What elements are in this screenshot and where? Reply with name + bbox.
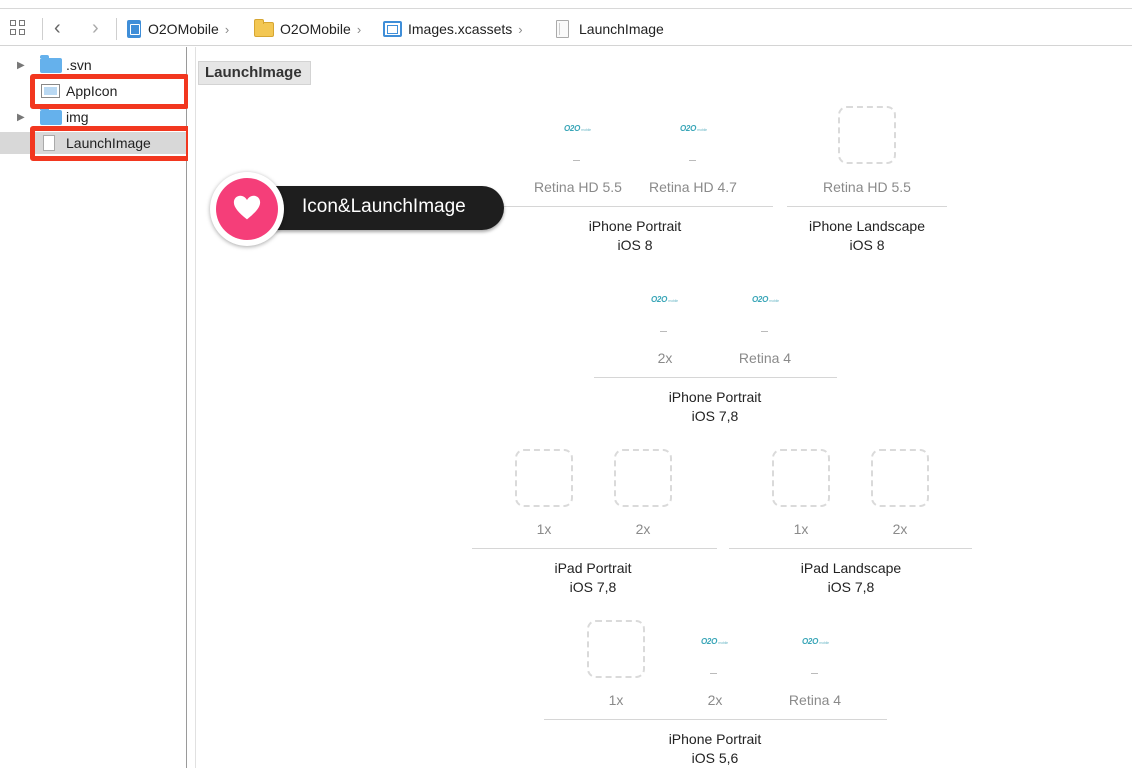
jump-bar: ‹ › O2OMobile › O2OMobile › Images.xcass…: [0, 0, 1132, 46]
annotation-highlight-appicon: [30, 74, 189, 109]
breadcrumb-label: O2OMobile: [280, 21, 351, 37]
icon-launchimage-callout: Icon&LaunchImage: [210, 172, 506, 246]
o2o-logo: O2Omobile: [752, 295, 779, 304]
navigator-item-label: .svn: [66, 57, 92, 73]
breadcrumb-label: Images.xcassets: [408, 21, 513, 37]
launch-image-thumbnail[interactable]: O2Omobile: [680, 124, 720, 174]
group-title: iPhone Landscape iOS 8: [809, 218, 925, 253]
navigator-item-label: img: [66, 109, 89, 125]
group-title: iPhone Portrait iOS 5,6: [668, 731, 762, 766]
breadcrumb-group[interactable]: O2OMobile ›: [254, 18, 367, 39]
breadcrumb-label: O2OMobile: [148, 21, 219, 37]
folder-icon: [40, 106, 62, 125]
disclosure-triangle-icon[interactable]: ▶: [17, 112, 25, 123]
launch-image-thumbnail[interactable]: O2Omobile: [564, 124, 604, 174]
group-divider: [729, 548, 972, 549]
heart-icon: [233, 195, 261, 220]
group-title: iPhone Portrait iOS 7,8: [668, 389, 762, 424]
group-divider: [472, 548, 717, 549]
o2o-logo: O2Omobile: [701, 637, 728, 646]
o2o-logo: O2Omobile: [680, 124, 707, 133]
launch-image-set-icon: [556, 20, 569, 38]
o2o-logo: O2Omobile: [802, 637, 829, 646]
breadcrumb-label: LaunchImage: [579, 21, 664, 37]
breadcrumb-launch-image[interactable]: LaunchImage: [556, 19, 664, 39]
group-title: iPad Landscape iOS 7,8: [800, 560, 902, 595]
navigator-item-img[interactable]: ▶ img: [0, 106, 186, 128]
asset-catalog-icon: [383, 21, 402, 37]
editor-divider: [195, 47, 196, 768]
o2o-logo: O2Omobile: [651, 295, 678, 304]
chevron-right-icon: ›: [518, 21, 523, 37]
group-divider: [498, 206, 773, 207]
slot-label: Retina 4: [738, 350, 792, 366]
jumpbar-divider: [42, 18, 43, 40]
slot-label: Retina HD 5.5: [823, 179, 911, 195]
navigator-item-svn[interactable]: ▶ .svn: [0, 54, 186, 76]
related-items-grid-icon[interactable]: [10, 20, 26, 36]
callout-badge: [210, 172, 284, 246]
folder-icon: [40, 54, 62, 73]
slot-label: Retina HD 5.5: [534, 179, 622, 195]
slot-label: Retina 4: [788, 692, 842, 708]
project-file-icon: [127, 20, 141, 38]
group-divider: [544, 719, 887, 720]
empty-image-well[interactable]: [587, 620, 645, 678]
launch-image-thumbnail[interactable]: O2Omobile: [701, 637, 741, 687]
slot-label: 2x: [892, 521, 908, 537]
asset-set-title: LaunchImage: [198, 61, 311, 85]
group-title: iPhone Portrait iOS 8: [588, 218, 682, 253]
launch-image-thumbnail[interactable]: O2Omobile: [752, 295, 792, 345]
folder-icon: [254, 18, 274, 37]
group-title: iPad Portrait iOS 7,8: [554, 560, 632, 595]
group-divider: [787, 206, 947, 207]
o2o-logo: O2Omobile: [564, 124, 591, 133]
back-arrow-icon[interactable]: ‹: [54, 17, 61, 39]
disclosure-triangle-icon[interactable]: ▶: [17, 60, 25, 71]
empty-image-well[interactable]: [772, 449, 830, 507]
launch-image-thumbnail[interactable]: O2Omobile: [651, 295, 691, 345]
window-divider: [0, 8, 1132, 9]
jumpbar-divider: [116, 18, 117, 40]
group-divider: [594, 377, 837, 378]
empty-image-well[interactable]: [515, 449, 573, 507]
slot-label: Retina HD 4.7: [649, 179, 737, 195]
empty-image-well[interactable]: [838, 106, 896, 164]
chevron-right-icon: ›: [224, 21, 230, 37]
empty-image-well[interactable]: [871, 449, 929, 507]
breadcrumb-project[interactable]: O2OMobile ›: [127, 19, 235, 39]
annotation-highlight-launchimage: [30, 126, 191, 161]
callout-text: Icon&LaunchImage: [302, 196, 466, 217]
slot-label: 2x: [635, 521, 651, 537]
empty-image-well[interactable]: [614, 449, 672, 507]
forward-arrow-icon[interactable]: ›: [92, 17, 99, 39]
chevron-right-icon: ›: [356, 21, 362, 37]
breadcrumb-asset-catalog[interactable]: Images.xcassets ›: [383, 19, 529, 39]
asset-navigator: ▶ .svn AppIcon ▶ img LaunchImage: [0, 47, 191, 768]
launch-image-thumbnail[interactable]: O2Omobile: [802, 637, 842, 687]
